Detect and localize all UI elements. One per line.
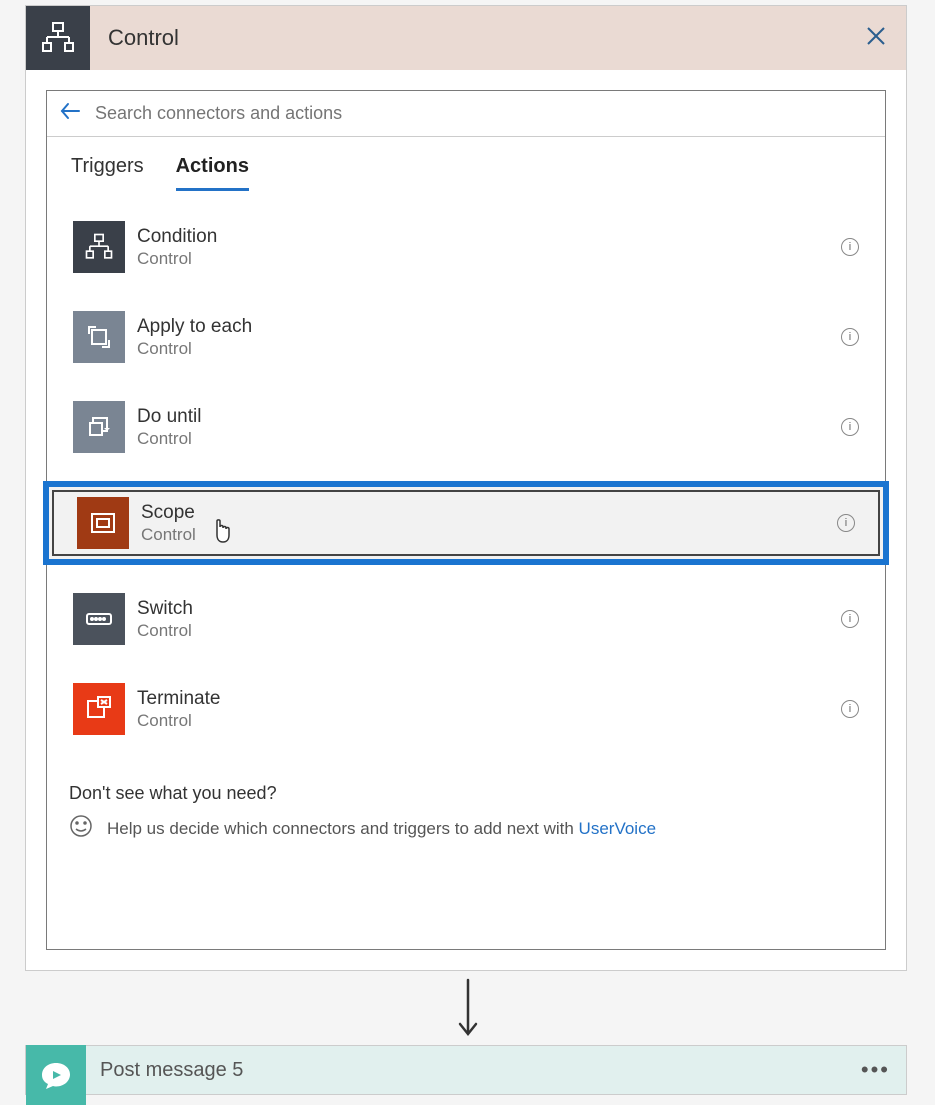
- tab-triggers[interactable]: Triggers: [71, 155, 144, 191]
- action-subtitle: Control: [137, 429, 201, 449]
- terminate-icon: [73, 683, 125, 735]
- tab-bar: Triggers Actions: [47, 137, 885, 191]
- action-list: Condition Control i Apply to each Contro…: [47, 191, 885, 773]
- tab-actions[interactable]: Actions: [176, 155, 249, 191]
- action-condition[interactable]: Condition Control i: [65, 211, 867, 283]
- info-icon[interactable]: i: [841, 328, 859, 346]
- apply-each-icon: [73, 311, 125, 363]
- action-title: Condition: [137, 226, 217, 248]
- flow-connector-arrow-icon: [456, 978, 480, 1040]
- info-icon[interactable]: i: [841, 700, 859, 718]
- info-icon[interactable]: i: [841, 610, 859, 628]
- card-title: Control: [108, 25, 179, 51]
- action-text: Do until Control: [137, 406, 201, 449]
- action-text: Switch Control: [137, 598, 193, 641]
- inner-panel: Triggers Actions Condition Control i: [46, 90, 886, 950]
- uservoice-link[interactable]: UserVoice: [579, 819, 656, 838]
- action-subtitle: Control: [141, 525, 196, 545]
- info-icon[interactable]: i: [841, 238, 859, 256]
- action-title: Switch: [137, 598, 193, 620]
- action-apply-to-each[interactable]: Apply to each Control i: [65, 301, 867, 373]
- pointer-cursor-icon: [209, 518, 235, 546]
- help-section: Don't see what you need? Help us decide …: [47, 773, 885, 853]
- card-body: Triggers Actions Condition Control i: [26, 70, 906, 970]
- action-text: Apply to each Control: [137, 316, 252, 359]
- action-subtitle: Control: [137, 621, 193, 641]
- action-text: Condition Control: [137, 226, 217, 269]
- action-terminate[interactable]: Terminate Control i: [65, 673, 867, 745]
- action-title: Apply to each: [137, 316, 252, 338]
- help-text: Help us decide which connectors and trig…: [107, 819, 656, 839]
- search-bar[interactable]: [47, 91, 885, 137]
- help-title: Don't see what you need?: [69, 783, 863, 804]
- close-button[interactable]: [866, 26, 886, 51]
- card-header: Control: [26, 6, 906, 70]
- action-subtitle: Control: [137, 339, 252, 359]
- action-text: Scope Control: [141, 502, 196, 545]
- condition-icon: [73, 221, 125, 273]
- more-menu-icon[interactable]: •••: [861, 1057, 890, 1083]
- action-switch[interactable]: Switch Control i: [65, 583, 867, 655]
- action-title: Scope: [141, 502, 196, 524]
- post-message-icon: [26, 1045, 86, 1105]
- next-step-title: Post message 5: [100, 1059, 243, 1082]
- search-input[interactable]: [95, 103, 873, 124]
- action-title: Terminate: [137, 688, 220, 710]
- action-scope[interactable]: Scope Control i: [43, 481, 889, 565]
- smiley-icon: [69, 814, 93, 843]
- back-arrow-icon[interactable]: [59, 100, 81, 127]
- do-until-icon: [73, 401, 125, 453]
- action-title: Do until: [137, 406, 201, 428]
- switch-icon: [73, 593, 125, 645]
- control-icon: [26, 6, 90, 70]
- info-icon[interactable]: i: [841, 418, 859, 436]
- control-action-picker-card: Control Tri: [25, 5, 907, 971]
- action-do-until[interactable]: Do until Control i: [65, 391, 867, 463]
- info-icon[interactable]: i: [837, 514, 855, 532]
- scope-icon: [77, 497, 129, 549]
- action-subtitle: Control: [137, 249, 217, 269]
- action-subtitle: Control: [137, 711, 220, 731]
- next-step-card[interactable]: Post message 5 •••: [25, 1045, 907, 1095]
- help-row: Help us decide which connectors and trig…: [69, 814, 863, 843]
- action-text: Terminate Control: [137, 688, 220, 731]
